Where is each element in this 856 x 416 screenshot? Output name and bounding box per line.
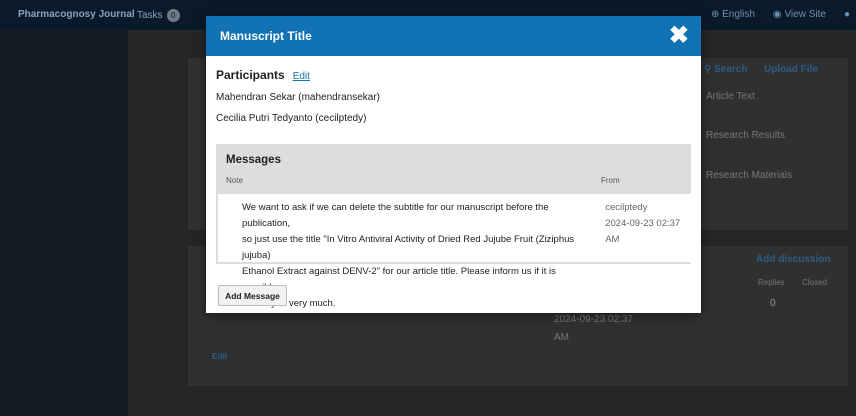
file-research-results: Research Results bbox=[706, 130, 785, 141]
replies-header: Replies bbox=[758, 278, 785, 287]
journal-brand-link[interactable]: Pharmacognosy Journal bbox=[18, 9, 135, 20]
closed-header: Closed bbox=[802, 278, 827, 287]
from-column-header: From bbox=[601, 176, 620, 185]
globe-icon: ⊕ bbox=[710, 9, 720, 20]
search-link[interactable]: ⚲ Search bbox=[704, 64, 747, 75]
messages-section: Messages Note From We want to ask if we … bbox=[216, 144, 691, 309]
participant-item: Cecilia Putri Tedyanto (cecilptedy) bbox=[216, 113, 367, 124]
message-row: We want to ask if we can delete the subt… bbox=[218, 194, 691, 309]
upload-file-link[interactable]: Upload File bbox=[764, 64, 818, 75]
sidebar bbox=[0, 30, 128, 416]
discussion-date: 2024-09-23 02:37 bbox=[554, 314, 633, 325]
add-message-button[interactable]: Add Message bbox=[218, 285, 287, 306]
search-label: Search bbox=[714, 64, 748, 75]
modal-header: Manuscript Title ✖ bbox=[206, 16, 701, 56]
participants-heading: Participants bbox=[216, 68, 285, 82]
messages-heading: Messages bbox=[226, 154, 281, 166]
discussion-time-suffix: AM bbox=[554, 332, 569, 343]
close-icon[interactable]: ✖ bbox=[669, 24, 689, 48]
message-note: We want to ask if we can delete the subt… bbox=[218, 194, 589, 309]
tasks-count-badge: 0 bbox=[166, 9, 180, 22]
language-label: English bbox=[722, 9, 755, 20]
view-site-label: View Site bbox=[784, 9, 826, 20]
eye-icon: ◉ bbox=[772, 9, 782, 20]
tasks-menu[interactable]: Tasks 0 bbox=[137, 9, 180, 22]
tasks-label: Tasks bbox=[137, 10, 163, 21]
messages-column-headers: Note From bbox=[216, 166, 691, 185]
message-note-line: Ethanol Extract against DENV-2" for our … bbox=[242, 266, 556, 293]
user-icon[interactable]: ● bbox=[844, 9, 850, 20]
search-icon: ⚲ bbox=[704, 64, 712, 75]
message-time-suffix: AM bbox=[605, 234, 620, 245]
participant-item: Mahendran Sekar (mahendransekar) bbox=[216, 92, 380, 103]
message-note-line: Thank you very much. bbox=[242, 298, 336, 309]
participants-section: Participants Edit Mahendran Sekar (mahen… bbox=[206, 56, 701, 124]
message-note-line: We want to ask if we can delete the subt… bbox=[242, 202, 549, 229]
file-research-materials: Research Materials bbox=[706, 170, 793, 181]
view-site-link[interactable]: ◉ View Site bbox=[773, 9, 826, 20]
edit-participants-link[interactable]: Edit bbox=[293, 71, 310, 82]
discussion-modal: Manuscript Title ✖ Participants Edit Mah… bbox=[206, 16, 701, 313]
modal-title: Manuscript Title bbox=[220, 29, 312, 43]
message-author: cecilptedy bbox=[605, 202, 648, 213]
note-column-header: Note bbox=[226, 176, 243, 185]
language-menu[interactable]: ⊕ English bbox=[711, 9, 755, 20]
message-date: 2024-09-23 02:37 bbox=[605, 218, 681, 229]
discussion-edit-link[interactable]: Edit bbox=[212, 352, 227, 361]
reply-count: 0 bbox=[770, 298, 776, 309]
message-from: cecilptedy 2024-09-23 02:37 AM bbox=[589, 194, 691, 262]
top-right-links: ⊕ English ◉ View Site ● bbox=[711, 9, 850, 20]
add-discussion-link[interactable]: Add discussion bbox=[756, 254, 830, 265]
message-note-line: so just use the title "In Vitro Antivira… bbox=[242, 234, 575, 261]
file-article-text: Article Text bbox=[706, 91, 755, 102]
